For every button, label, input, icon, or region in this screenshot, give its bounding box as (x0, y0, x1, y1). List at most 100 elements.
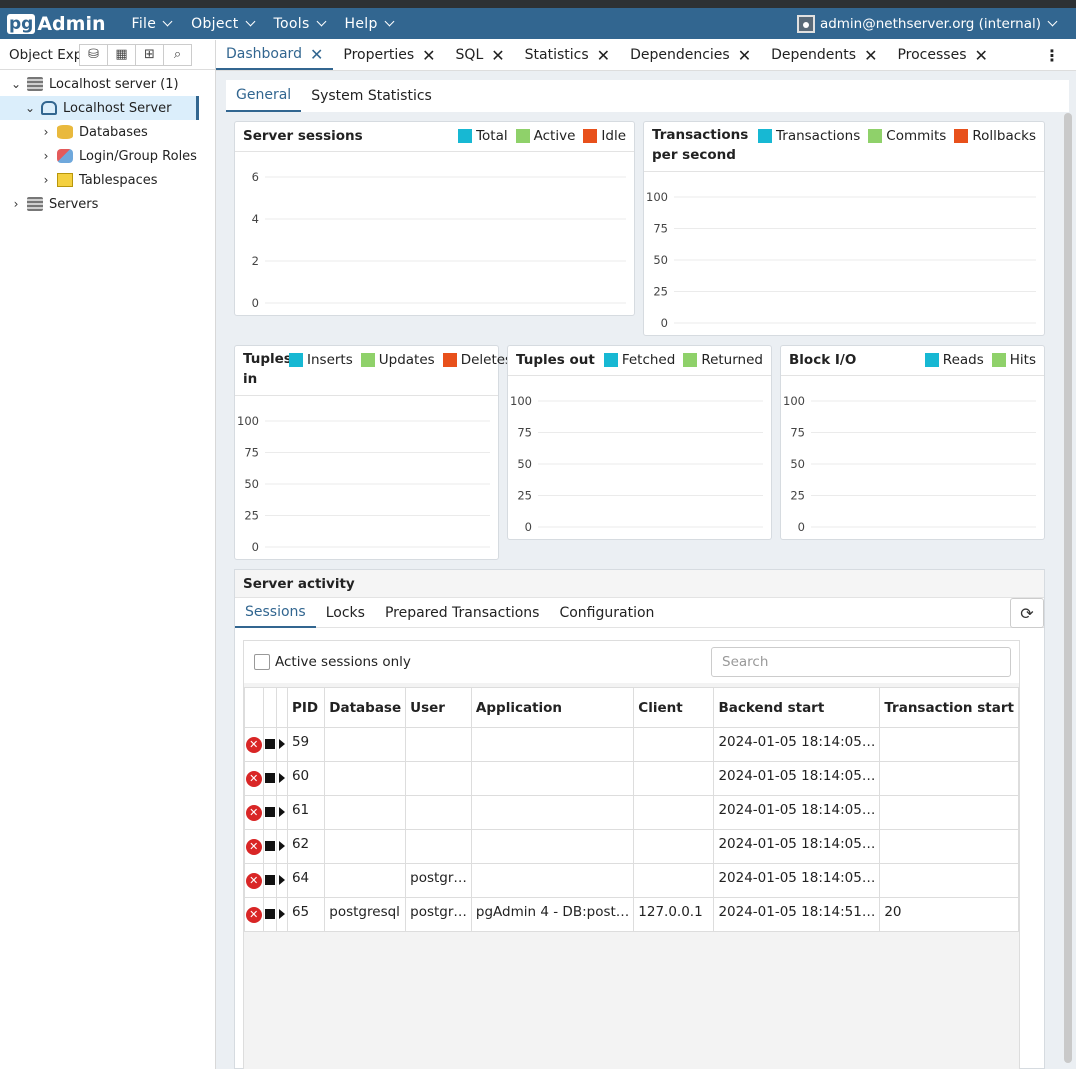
header-client[interactable]: Client (633, 687, 715, 728)
tab-properties[interactable]: Properties ✕ (333, 40, 445, 70)
cancel-query-icon[interactable]: ✕ (245, 805, 262, 821)
table-row[interactable]: ✕ 59 2024-01-05 18:14:05… (244, 727, 1019, 762)
table-row[interactable]: ✕ 60 2024-01-05 18:14:05… (244, 761, 1019, 796)
filtered-rows-icon[interactable]: ⊞ (135, 43, 164, 66)
cell-pid: 62 (286, 829, 326, 864)
tree-item-servers[interactable]: › Servers (0, 192, 215, 216)
cancel-query-icon-cell: ✕ (244, 863, 264, 898)
header-database[interactable]: Database (324, 687, 407, 728)
table-row[interactable]: ✕ 65 postgresql postgr… pgAdmin 4 - DB:post…… (244, 897, 1019, 932)
y-tick-label: 50 (653, 253, 668, 267)
close-icon[interactable]: ✕ (738, 46, 751, 65)
close-icon[interactable]: ✕ (310, 45, 323, 64)
cancel-query-icon[interactable]: ✕ (245, 737, 262, 753)
menu-tools[interactable]: Tools (264, 16, 335, 32)
menu-object[interactable]: Object (181, 16, 263, 32)
close-icon[interactable]: ✕ (422, 46, 435, 65)
tree-item-localhost-server-group[interactable]: ⌄ Localhost server (1) (0, 72, 215, 96)
legend-label: Returned (701, 352, 763, 368)
legend-label: Commits (886, 128, 947, 144)
tab-configuration[interactable]: Configuration (549, 598, 664, 628)
expand-row-icon[interactable] (278, 874, 285, 885)
header-user[interactable]: User (405, 687, 472, 728)
cancel-query-icon[interactable]: ✕ (245, 907, 262, 923)
search-objects-icon[interactable]: ⌕ (163, 43, 192, 66)
terminate-session-icon[interactable] (264, 772, 275, 783)
expand-row-icon-cell (275, 761, 288, 796)
terminate-session-icon[interactable] (264, 806, 275, 817)
tab-system-statistics[interactable]: System Statistics (301, 80, 442, 112)
tab-sessions[interactable]: Sessions (235, 598, 316, 628)
tab-prepared-transactions[interactable]: Prepared Transactions (375, 598, 550, 628)
dashboard-scrollbar[interactable] (1064, 113, 1072, 1063)
chevron-down-icon (384, 16, 395, 27)
terminate-session-icon[interactable] (264, 840, 275, 851)
table-row[interactable]: ✕ 64 postgr… 2024-01-05 18:14:05… (244, 863, 1019, 898)
expand-row-icon-cell (275, 727, 288, 762)
close-icon[interactable]: ✕ (491, 46, 504, 65)
table-row[interactable]: ✕ 61 2024-01-05 18:14:05… (244, 795, 1019, 830)
query-tool-icon[interactable]: ⛁ (79, 43, 108, 66)
menu-help[interactable]: Help (335, 16, 403, 32)
cell-application: pgAdmin 4 - DB:post… (470, 897, 635, 932)
chevron-right-icon[interactable]: › (39, 173, 53, 187)
close-icon[interactable]: ✕ (974, 46, 987, 65)
pgadmin-logo[interactable]: pg Admin (7, 13, 106, 35)
chart-svg: 100 75 50 25 0 (783, 394, 1036, 534)
refresh-button[interactable]: ⟳ (1010, 598, 1044, 628)
chevron-down-icon (162, 16, 173, 27)
search-input[interactable]: Search (711, 647, 1011, 677)
tab-statistics[interactable]: Statistics ✕ (515, 40, 620, 70)
more-options-icon[interactable]: ⋮ (1044, 46, 1060, 65)
server-group-icon (27, 77, 43, 91)
header-transaction-start[interactable]: Transaction start (879, 687, 1019, 728)
tree-item-label: Login/Group Roles (79, 148, 197, 164)
expand-row-icon[interactable] (278, 806, 285, 817)
chevron-right-icon[interactable]: › (39, 125, 53, 139)
legend-swatch (458, 129, 473, 143)
tree-item-databases[interactable]: › Databases (0, 120, 215, 144)
tab-processes[interactable]: Processes ✕ (887, 40, 997, 70)
tree-item-localhost-server[interactable]: ⌄ Localhost Server (0, 96, 199, 120)
cancel-query-icon[interactable]: ✕ (245, 873, 262, 889)
menu-tools-label: Tools (273, 15, 310, 32)
legend-swatch (683, 353, 698, 367)
tree-item-label: Databases (79, 124, 148, 140)
expand-row-icon[interactable] (278, 840, 285, 851)
terminate-session-icon[interactable] (264, 908, 275, 919)
sessions-table: PID Database User Application Client Bac… (244, 687, 1019, 932)
chevron-down-icon[interactable]: ⌄ (23, 101, 37, 115)
close-icon[interactable]: ✕ (864, 46, 877, 65)
close-icon[interactable]: ✕ (597, 46, 610, 65)
header-backend-start[interactable]: Backend start (713, 687, 881, 728)
user-menu[interactable]: admin@nethserver.org (internal) (796, 14, 1058, 33)
tab-dashboard[interactable]: Dashboard ✕ (216, 40, 334, 70)
tab-general[interactable]: General (226, 80, 302, 112)
chevron-right-icon[interactable]: › (9, 197, 23, 211)
legend-label: Rollbacks (972, 128, 1036, 144)
cancel-query-icon[interactable]: ✕ (245, 839, 262, 855)
header-pid[interactable]: PID (286, 687, 326, 728)
tab-sql[interactable]: SQL ✕ (446, 40, 515, 70)
terminate-session-icon[interactable] (264, 874, 275, 885)
expand-row-icon[interactable] (278, 908, 285, 919)
tree-item-login-group-roles[interactable]: › Login/Group Roles (0, 144, 215, 168)
tab-dependents[interactable]: Dependents ✕ (761, 40, 887, 70)
tab-locks[interactable]: Locks (316, 598, 375, 628)
cancel-query-icon[interactable]: ✕ (245, 771, 262, 787)
logo-admin: Admin (37, 12, 106, 35)
tree-item-tablespaces[interactable]: › Tablespaces (0, 168, 215, 192)
expand-row-icon[interactable] (278, 738, 285, 749)
chevron-right-icon[interactable]: › (39, 149, 53, 163)
tab-dependencies[interactable]: Dependencies ✕ (620, 40, 761, 70)
expand-row-icon[interactable] (278, 772, 285, 783)
menu-file[interactable]: File (122, 16, 182, 32)
table-row[interactable]: ✕ 62 2024-01-05 18:14:05… (244, 829, 1019, 864)
server-activity-tabs: Sessions Locks Prepared Transactions Con… (235, 598, 1044, 628)
chevron-down-icon[interactable]: ⌄ (9, 77, 23, 91)
chart-panel-transactions: Transactions per second Transactions Com… (643, 121, 1045, 336)
view-data-icon[interactable]: ▦ (107, 43, 136, 66)
terminate-session-icon[interactable] (264, 738, 275, 749)
header-application[interactable]: Application (470, 687, 635, 728)
active-sessions-checkbox[interactable] (254, 654, 270, 670)
